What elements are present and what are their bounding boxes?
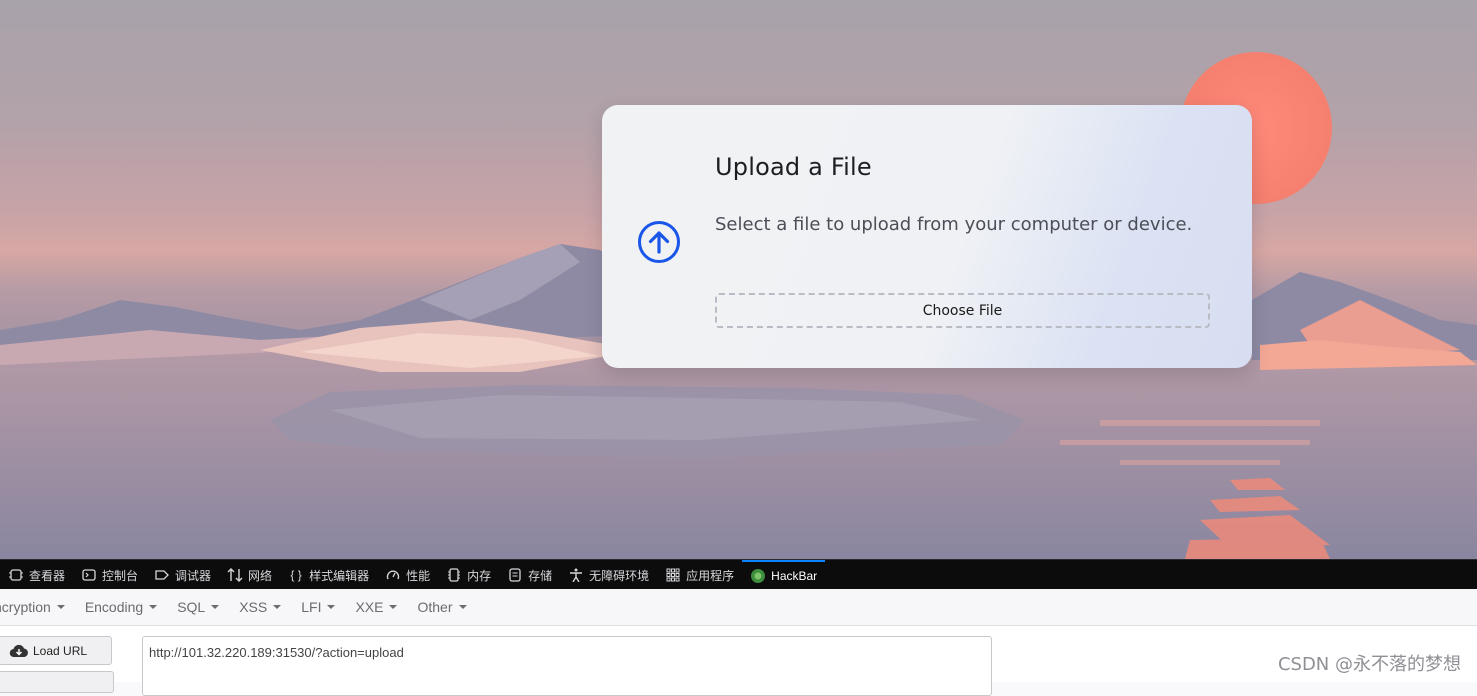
tab-label: HackBar xyxy=(771,569,818,583)
tab-label: 性能 xyxy=(406,568,431,583)
caret-down-icon xyxy=(211,605,220,609)
tab-label: 网络 xyxy=(248,568,273,583)
menu-label: Other xyxy=(417,599,453,615)
tab-inspector[interactable]: 查看器 xyxy=(0,560,73,590)
tab-label: 内存 xyxy=(467,568,492,583)
menu-label: SQL xyxy=(177,599,206,615)
url-input[interactable]: http://101.32.220.189:31530/?action=uplo… xyxy=(142,636,992,696)
inspector-icon xyxy=(8,567,24,583)
load-url-button[interactable]: Load URL xyxy=(0,636,112,665)
arrow-up-circle-icon[interactable] xyxy=(637,220,681,264)
tab-performance[interactable]: 性能 xyxy=(377,560,438,590)
menu-label: LFI xyxy=(301,599,322,615)
tab-accessibility[interactable]: 无障碍环境 xyxy=(560,560,657,590)
tab-storage[interactable]: 存储 xyxy=(499,560,560,590)
tab-label: 调试器 xyxy=(175,568,212,583)
upload-title: Upload a File xyxy=(715,153,872,181)
memory-icon xyxy=(446,567,462,583)
tab-label: 存储 xyxy=(528,568,553,583)
menu-lfi[interactable]: LFI xyxy=(301,599,336,615)
load-url-label: Load URL xyxy=(33,643,88,658)
tab-debugger[interactable]: 调试器 xyxy=(146,560,219,590)
choose-file-button[interactable]: Choose File xyxy=(715,293,1210,328)
accessibility-icon xyxy=(568,567,584,583)
storage-icon xyxy=(507,567,523,583)
menu-other[interactable]: Other xyxy=(417,599,467,615)
tab-label: 样式编辑器 xyxy=(309,568,370,583)
caret-down-icon xyxy=(458,605,467,609)
devtools-tab-bar: 查看器 控制台 调试器 网络 { } 样式编辑器 性能 内存 存储 无障碍环境 … xyxy=(0,559,1477,590)
caret-down-icon xyxy=(56,605,65,609)
cloud-download-icon xyxy=(9,644,28,657)
tab-label: 无障碍环境 xyxy=(589,568,650,583)
application-icon xyxy=(665,567,681,583)
caret-down-icon xyxy=(273,605,282,609)
page-viewport: Upload a File Select a file to upload fr… xyxy=(0,0,1477,559)
caret-down-icon xyxy=(149,605,158,609)
menu-label: ncryption xyxy=(0,599,51,615)
tab-style-editor[interactable]: { } 样式编辑器 xyxy=(280,560,377,590)
network-icon xyxy=(227,567,243,583)
split-url-button[interactable] xyxy=(0,671,114,693)
menu-xxe[interactable]: XXE xyxy=(355,599,398,615)
debugger-icon xyxy=(154,567,170,583)
tab-console[interactable]: 控制台 xyxy=(73,560,146,590)
menu-encoding[interactable]: Encoding xyxy=(84,599,158,615)
tab-label: 应用程序 xyxy=(686,568,735,583)
tab-hackbar[interactable]: HackBar xyxy=(742,560,826,590)
menu-label: XSS xyxy=(239,599,268,615)
choose-file-label: Choose File xyxy=(922,302,1003,319)
upload-description: Select a file to upload from your comput… xyxy=(715,214,1193,235)
hackbar-icon xyxy=(750,568,766,584)
tab-label: 控制台 xyxy=(102,568,139,583)
upload-card: Upload a File Select a file to upload fr… xyxy=(602,105,1252,368)
tab-label: 查看器 xyxy=(29,568,66,583)
menu-encryption[interactable]: ncryption xyxy=(0,599,65,615)
menu-xss[interactable]: XSS xyxy=(239,599,282,615)
menu-label: Encoding xyxy=(84,599,144,615)
tab-network[interactable]: 网络 xyxy=(219,560,280,590)
watermark: CSDN @永不落的梦想 xyxy=(1277,654,1461,675)
performance-icon xyxy=(385,567,401,583)
tab-application[interactable]: 应用程序 xyxy=(657,560,742,590)
caret-down-icon xyxy=(327,605,336,609)
menu-label: XXE xyxy=(355,599,384,615)
caret-down-icon xyxy=(389,605,398,609)
style-editor-icon: { } xyxy=(290,568,302,582)
menu-sql[interactable]: SQL xyxy=(177,599,220,615)
hackbar-body: Load URL http://101.32.220.189:31530/?ac… xyxy=(0,626,1477,696)
console-icon xyxy=(81,567,97,583)
tab-memory[interactable]: 内存 xyxy=(438,560,499,590)
hackbar-menu: ncryption Encoding SQL XSS LFI XXE Other xyxy=(0,589,1477,626)
